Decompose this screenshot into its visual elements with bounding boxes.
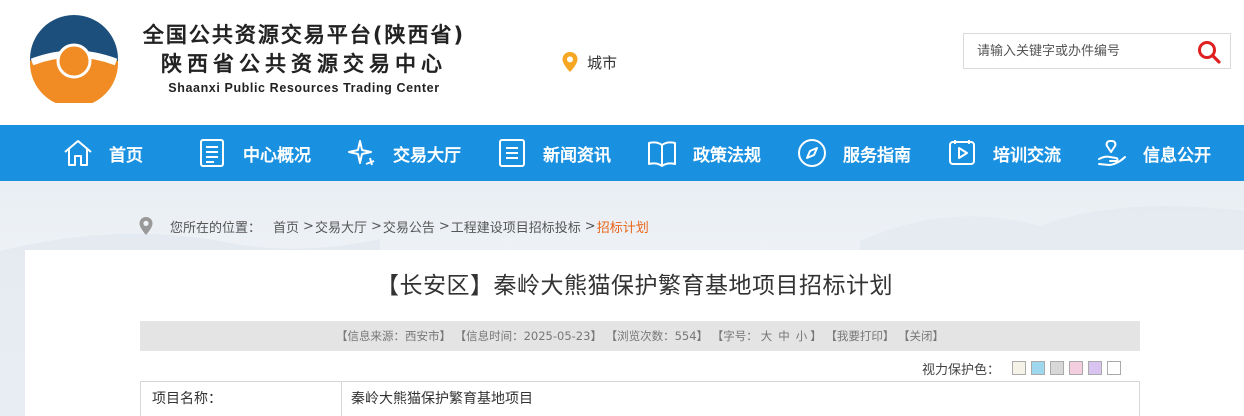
location-pin-icon: [562, 52, 578, 72]
breadcrumb-separator: >: [370, 218, 382, 234]
site-title-english: Shaanxi Public Resources Trading Center: [168, 81, 440, 95]
color-swatch-white[interactable]: [1107, 361, 1122, 375]
color-swatch-blue[interactable]: [1031, 361, 1046, 375]
color-swatch-gray[interactable]: [1050, 361, 1065, 375]
color-swatch-purple[interactable]: [1088, 361, 1103, 375]
nav-item-info-disclosure[interactable]: 信息公开: [1096, 125, 1211, 181]
color-swatch-pink[interactable]: [1069, 361, 1084, 375]
breadcrumb-item-announcements[interactable]: 交易公告: [383, 217, 435, 236]
site-title-line1: 全国公共资源交易平台(陕西省): [142, 23, 466, 47]
logo-emblem-icon: [30, 15, 118, 107]
table-cell-value: 秦岭大熊猫保护繁育基地项目: [351, 391, 533, 407]
logo-text: 全国公共资源交易平台(陕西省) 陕西省公共资源交易中心 Shaanxi Publ…: [124, 20, 484, 98]
info-views: 【浏览次数：554】: [605, 329, 709, 343]
search-icon: [1198, 41, 1221, 64]
nav-item-policy[interactable]: 政策法规: [646, 125, 761, 181]
breadcrumb-separator: >: [584, 218, 596, 234]
article-meta-bar: 【信息来源：西安市】 【信息时间：2025-05-23】 【浏览次数：554】 …: [140, 321, 1140, 351]
nav-item-label: 服务指南: [843, 145, 911, 166]
sparkle-icon: [348, 140, 375, 166]
nav-item-label: 培训交流: [993, 145, 1061, 166]
main-nav: 首页 中心概况 交易大厅 新闻资讯 政策法规 服务指南 培训交流 信息公开: [0, 125, 1244, 181]
nav-item-label: 首页: [109, 145, 143, 166]
nav-item-training[interactable]: 培训交流: [946, 125, 1061, 181]
table-cell-label: 项目名称：: [141, 382, 342, 416]
nav-item-news[interactable]: 新闻资讯: [496, 125, 611, 181]
search-input[interactable]: [964, 34, 1184, 68]
article-panel: 【长安区】秦岭大熊猫保护繁育基地项目招标计划 【信息来源：西安市】 【信息时间：…: [25, 250, 1244, 416]
info-time: 【信息时间：2025-05-23】: [454, 329, 602, 343]
breadcrumb: 您所在的位置： 首页 > 交易大厅 > 交易公告 > 工程建设项目招标投标 > …: [138, 213, 649, 239]
eye-protection-colors: 视力保护色：: [922, 358, 1126, 378]
nav-item-center-overview[interactable]: 中心概况: [196, 125, 311, 181]
close-link[interactable]: 【关闭】: [898, 329, 944, 343]
search-box: [963, 33, 1231, 69]
nav-item-label: 交易大厅: [393, 145, 461, 166]
breadcrumb-separator: >: [303, 218, 314, 234]
home-icon: [64, 140, 92, 166]
font-size-small-button[interactable]: 小: [796, 329, 808, 343]
search-button[interactable]: [1196, 39, 1222, 65]
nav-item-service-guide[interactable]: 服务指南: [796, 125, 911, 181]
hand-icon: [1098, 140, 1126, 167]
font-size-end: 】: [810, 329, 822, 343]
site-logo[interactable]: [28, 15, 120, 107]
print-link[interactable]: 【我要打印】: [825, 329, 894, 343]
breadcrumb-item-home[interactable]: 首页: [273, 217, 299, 236]
breadcrumb-item-current[interactable]: 招标计划: [597, 217, 649, 236]
font-size-medium-button[interactable]: 中: [778, 329, 790, 343]
nav-item-label: 新闻资讯: [543, 145, 611, 166]
info-source: 【信息来源：西安市】: [335, 329, 451, 343]
nav-item-label: 政策法规: [693, 145, 761, 166]
breadcrumb-item-trading-hall[interactable]: 交易大厅: [315, 217, 367, 236]
book-icon: [648, 141, 676, 167]
location-pin-icon: [139, 217, 153, 235]
font-size-large-button[interactable]: 大: [761, 329, 773, 343]
compass-icon: [798, 139, 826, 167]
color-swatch-beige[interactable]: [1012, 361, 1027, 375]
nav-item-label: 信息公开: [1143, 145, 1211, 166]
site-title-line2: 陕西省公共资源交易中心: [161, 52, 447, 76]
nav-item-home[interactable]: 首页: [62, 125, 143, 181]
city-label: 城市: [587, 53, 618, 72]
eye-protection-label: 视力保护色：: [922, 362, 1001, 378]
play-icon: [949, 140, 975, 165]
site-header: 全国公共资源交易平台(陕西省) 陕西省公共资源交易中心 Shaanxi Publ…: [0, 0, 1244, 125]
list-icon: [499, 139, 525, 167]
font-size-label: 【字号：: [711, 329, 758, 343]
breadcrumb-prefix: 您所在的位置：: [170, 220, 262, 236]
breadcrumb-item-engineering-bidding[interactable]: 工程建设项目招标投标: [451, 217, 581, 236]
nav-item-trading-hall[interactable]: 交易大厅: [346, 125, 461, 181]
article-title: 【长安区】秦岭大熊猫保护繁育基地项目招标计划: [376, 273, 893, 299]
document-icon: [200, 139, 224, 167]
table-row: 项目名称： 秦岭大熊猫保护繁育基地项目: [140, 381, 1140, 416]
nav-item-label: 中心概况: [243, 145, 311, 166]
breadcrumb-separator: >: [438, 218, 450, 234]
city-selector[interactable]: 城市: [561, 50, 617, 74]
